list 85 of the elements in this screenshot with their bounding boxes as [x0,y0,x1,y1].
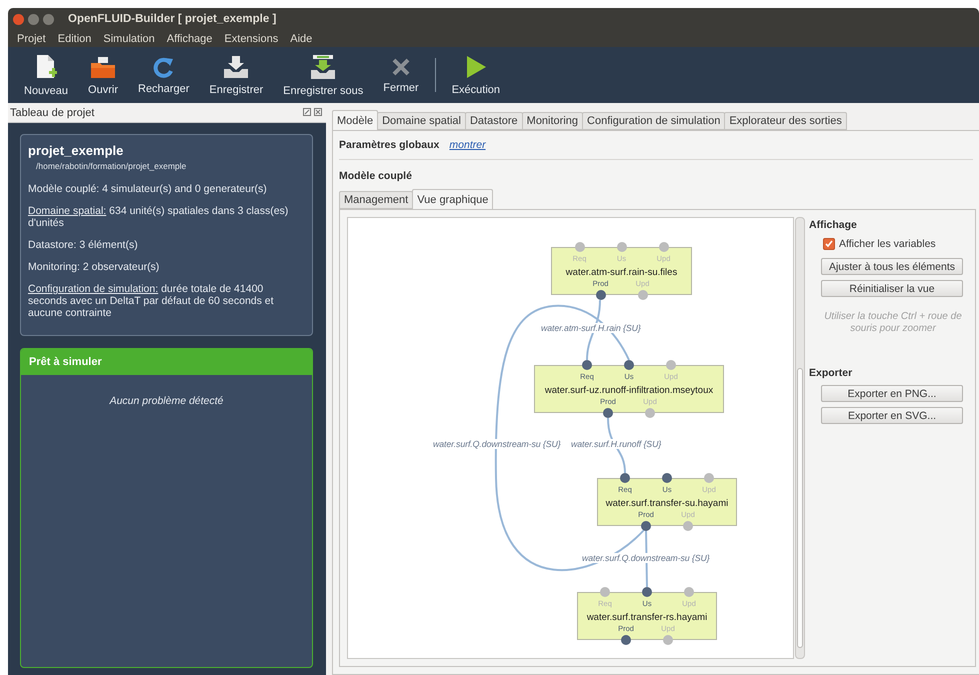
play-icon [464,54,487,78]
project-summary: Monitoring: 2 observateur(s) [28,261,160,273]
window-title: OpenFLUID-Builder [ projet_exemple ] [68,13,276,25]
close-icon [390,56,411,76]
project-summary: Configuration de simulation: durée totale de 41400 seconds avec un DeltaT par défaut de 60 seconds et aucune contrainte [28,283,275,319]
close-icon[interactable] [13,14,24,24]
section-title: Affichage [809,219,858,231]
port-dot[interactable] [621,635,631,645]
port-dot[interactable] [616,242,626,252]
zoom-hint: Utiliser la touche Ctrl + roue de souris pour zoomer [823,311,963,335]
tab[interactable]: Explorateur des sorties [724,112,847,130]
port-dot[interactable] [683,521,693,531]
node-title: water.surf-uz.runoff-infiltration.mseytoux [544,385,714,396]
menu-item[interactable]: Edition [58,32,92,44]
port-dot[interactable] [684,587,694,597]
reload-icon [152,56,175,78]
port-dot[interactable] [704,473,714,483]
minimize-icon[interactable] [28,14,39,24]
document-icon [35,54,58,80]
port-dot[interactable] [620,473,630,483]
edge-label: water.surf.Q.downstream-su {SU} [432,439,562,449]
port-dot[interactable] [658,242,668,252]
menu-item[interactable]: Projet [17,32,46,44]
section-title: Modèle couplé [339,170,413,182]
scrollbar[interactable] [795,217,805,659]
port-dot[interactable] [645,408,655,418]
toolbar-button[interactable]: Ouvrir [80,52,126,98]
status-title: Prêt à simuler [21,349,312,375]
port-dot[interactable] [582,360,592,370]
project-summary: Domaine spatial: 634 unité(s) spatiales dans 3 class(es) d'unités [28,205,290,229]
view-button[interactable]: Ajuster à tous les éléments [821,258,963,275]
edge-label: water.atm-surf.H.rain {SU} [540,323,642,333]
project-summary: Datastore: 3 élément(s) [28,239,139,251]
folder-icon [90,54,116,78]
project-summary: Modèle couplé: 4 simulateur(s) and 0 generateur(s) [28,183,268,195]
menu-item[interactable]: Affichage [166,32,212,44]
show-link[interactable]: montrer [449,139,486,151]
toolbar-button[interactable]: Enregistrer [201,52,272,98]
menu-item[interactable]: Simulation [103,32,155,44]
float-icon[interactable] [303,108,311,116]
section-title: Exporter [809,367,854,379]
toolbar-button[interactable]: Nouveau [16,52,76,98]
project-name: projet_exemple [28,143,124,158]
summary-link[interactable]: Configuration de simulation: [28,283,158,295]
panel-title: Tableau de projet [10,106,94,118]
node-title: water.atm-surf.rain-su.files [564,267,678,278]
edge-label: water.surf.Q.downstream-su {SU} [581,553,711,563]
close-icon[interactable] [314,108,322,116]
node-title: water.surf.transfer-su.hayami [604,498,730,509]
status-message: Aucun problème détecté [110,395,224,407]
port-dot[interactable] [641,521,651,531]
node-title: water.surf.transfer-rs.hayami [586,612,708,623]
tray-download-icon [222,54,250,78]
port-dot[interactable] [624,360,634,370]
tray-download-icon [309,54,338,80]
tab[interactable]: Domaine spatial [377,112,466,130]
menu-item[interactable]: Aide [290,32,312,44]
port-dot[interactable] [663,635,673,645]
section-title: Paramètres globaux [339,139,440,151]
tab[interactable]: Datastore [464,112,523,130]
checkbox[interactable] [823,238,835,250]
port-dot[interactable] [574,242,584,252]
port-dot[interactable] [642,587,652,597]
port-dot[interactable] [603,408,613,418]
checkbox-label: Afficher les variables [839,238,936,250]
export-button[interactable]: Exporter en PNG... [821,385,963,402]
export-button[interactable]: Exporter en SVG... [821,407,963,424]
toolbar-button[interactable]: Exécution [444,52,508,98]
port-dot[interactable] [662,473,672,483]
toolbar-button[interactable]: Recharger [130,54,198,96]
tab[interactable]: Modèle [332,110,378,130]
port-dot[interactable] [666,360,676,370]
toolbar-button[interactable]: Enregistrer sous [275,52,372,98]
tab[interactable]: Vue graphique [412,189,494,209]
edge-label: water.surf.H.runoff {SU} [570,439,662,449]
toolbar-button[interactable]: Fermer [375,54,427,96]
tab[interactable]: Configuration de simulation [582,112,726,130]
view-button[interactable]: Réinitialiser la vue [821,280,963,297]
port-dot[interactable] [600,587,610,597]
menu-item[interactable]: Extensions [224,32,278,44]
tab[interactable]: Management [339,191,414,209]
project-path: /home/rabotin/formation/projet_exemple [36,161,188,171]
summary-link[interactable]: Domaine spatial: [28,205,106,217]
tab[interactable]: Monitoring [522,112,584,130]
maximize-icon[interactable] [43,14,54,24]
